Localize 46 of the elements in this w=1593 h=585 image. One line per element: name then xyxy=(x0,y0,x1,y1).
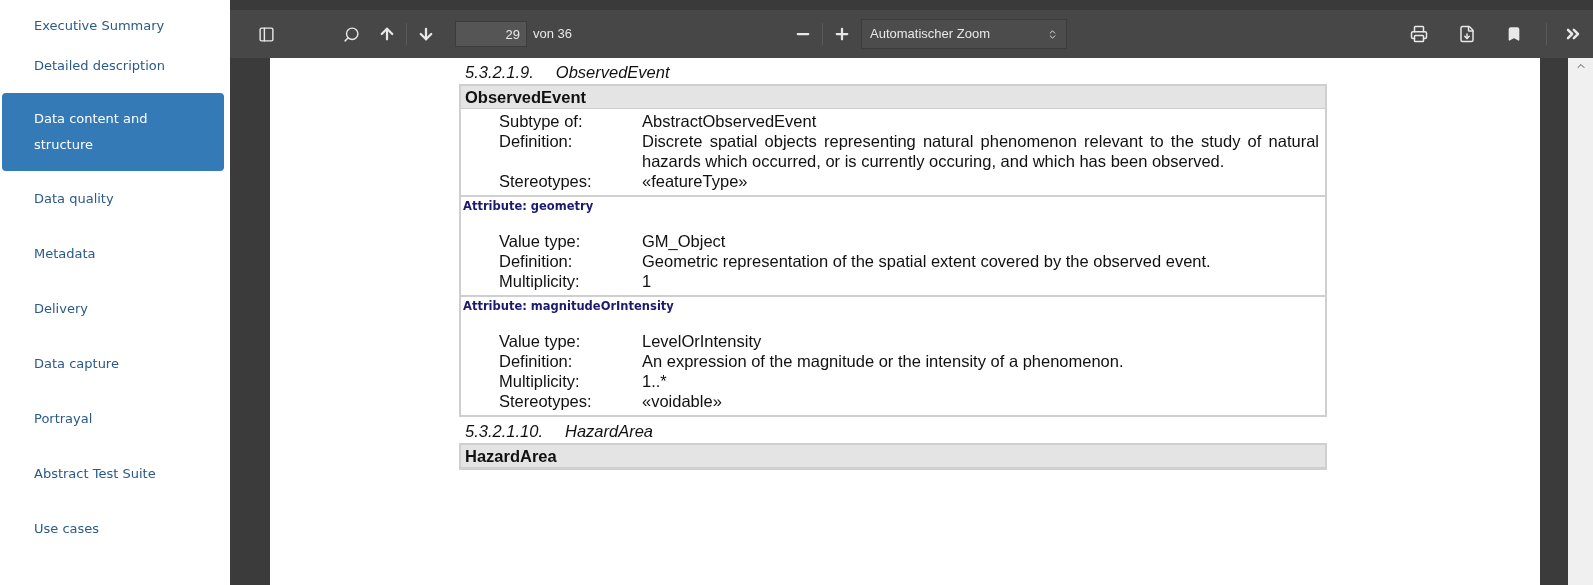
print-icon[interactable] xyxy=(1410,25,1428,43)
sidebar-item[interactable]: Data quality xyxy=(2,171,224,226)
field-value: GM_Object xyxy=(642,231,726,251)
sidebar-item[interactable]: Portrayal xyxy=(2,391,224,446)
section-heading: 5.3.2.1.10. HazardArea xyxy=(464,421,655,442)
field-label: Multiplicity: xyxy=(499,371,581,391)
field-value: 1..* xyxy=(642,371,667,391)
field-value: Geometric representation of the spatial extent covered by the observed event. xyxy=(642,251,1211,271)
download-icon[interactable] xyxy=(1458,25,1476,43)
section-heading: 5.3.2.1.9. ObservedEvent xyxy=(464,62,671,83)
field-label: Stereotypes: xyxy=(499,391,593,411)
field-label: Stereotypes: xyxy=(499,171,593,191)
scrollbar[interactable] xyxy=(1568,58,1593,585)
page-count: von 36 xyxy=(533,25,573,44)
field-label: Definition: xyxy=(499,351,574,371)
sidebar-item[interactable]: Data content and structure xyxy=(2,93,224,171)
sidebar-toggle-icon[interactable] xyxy=(258,25,275,43)
field-label: Subtype of: xyxy=(499,111,584,131)
field-value: «featureType» xyxy=(642,171,748,191)
field-label: Definition: xyxy=(499,251,574,271)
search-icon[interactable] xyxy=(343,25,360,43)
field-value: AbstractObservedEvent xyxy=(642,111,817,131)
page-number-field[interactable]: 29 xyxy=(455,21,527,47)
bookmark-icon[interactable] xyxy=(1506,26,1522,42)
field-label: Value type: xyxy=(499,331,582,351)
field-label: Value type: xyxy=(499,231,582,251)
sidebar-item[interactable]: Metadata xyxy=(2,226,224,281)
sidebar-item[interactable]: Delivery xyxy=(2,281,224,336)
field-value: An expression of the magnitude or the intensity of a phenomenon. xyxy=(642,351,1124,371)
zoom-select[interactable]: Automatischer Zoom xyxy=(861,19,1068,49)
sidebar-item[interactable]: Use cases xyxy=(2,501,224,556)
field-value: LevelOrIntensity xyxy=(642,331,762,351)
table-header: ObservedEvent xyxy=(461,86,1325,109)
attribute-title: Attribute: magnitudeOrIntensity xyxy=(462,298,675,315)
sidebar-item[interactable]: Detailed description xyxy=(2,38,224,93)
arrow-down-icon[interactable] xyxy=(417,25,435,43)
field-value: «voidable» xyxy=(642,391,722,411)
field-label: Definition: xyxy=(499,131,574,152)
field-label: Multiplicity: xyxy=(499,271,581,291)
sidebar-item[interactable]: Data capture xyxy=(2,336,224,391)
sidebar-item[interactable]: Executive Summary xyxy=(2,14,224,38)
sidebar-item[interactable]: Abstract Test Suite xyxy=(2,446,224,501)
field-value: 1 xyxy=(642,271,652,291)
table-header: HazardArea xyxy=(461,445,1325,468)
field-value: Discrete spatial objects representing natural phenomenon relevant to the study of natural hazards which occurred, or is currently occuring, and which has been observed. xyxy=(642,131,1319,171)
attribute-title: Attribute: geometry xyxy=(462,198,595,215)
